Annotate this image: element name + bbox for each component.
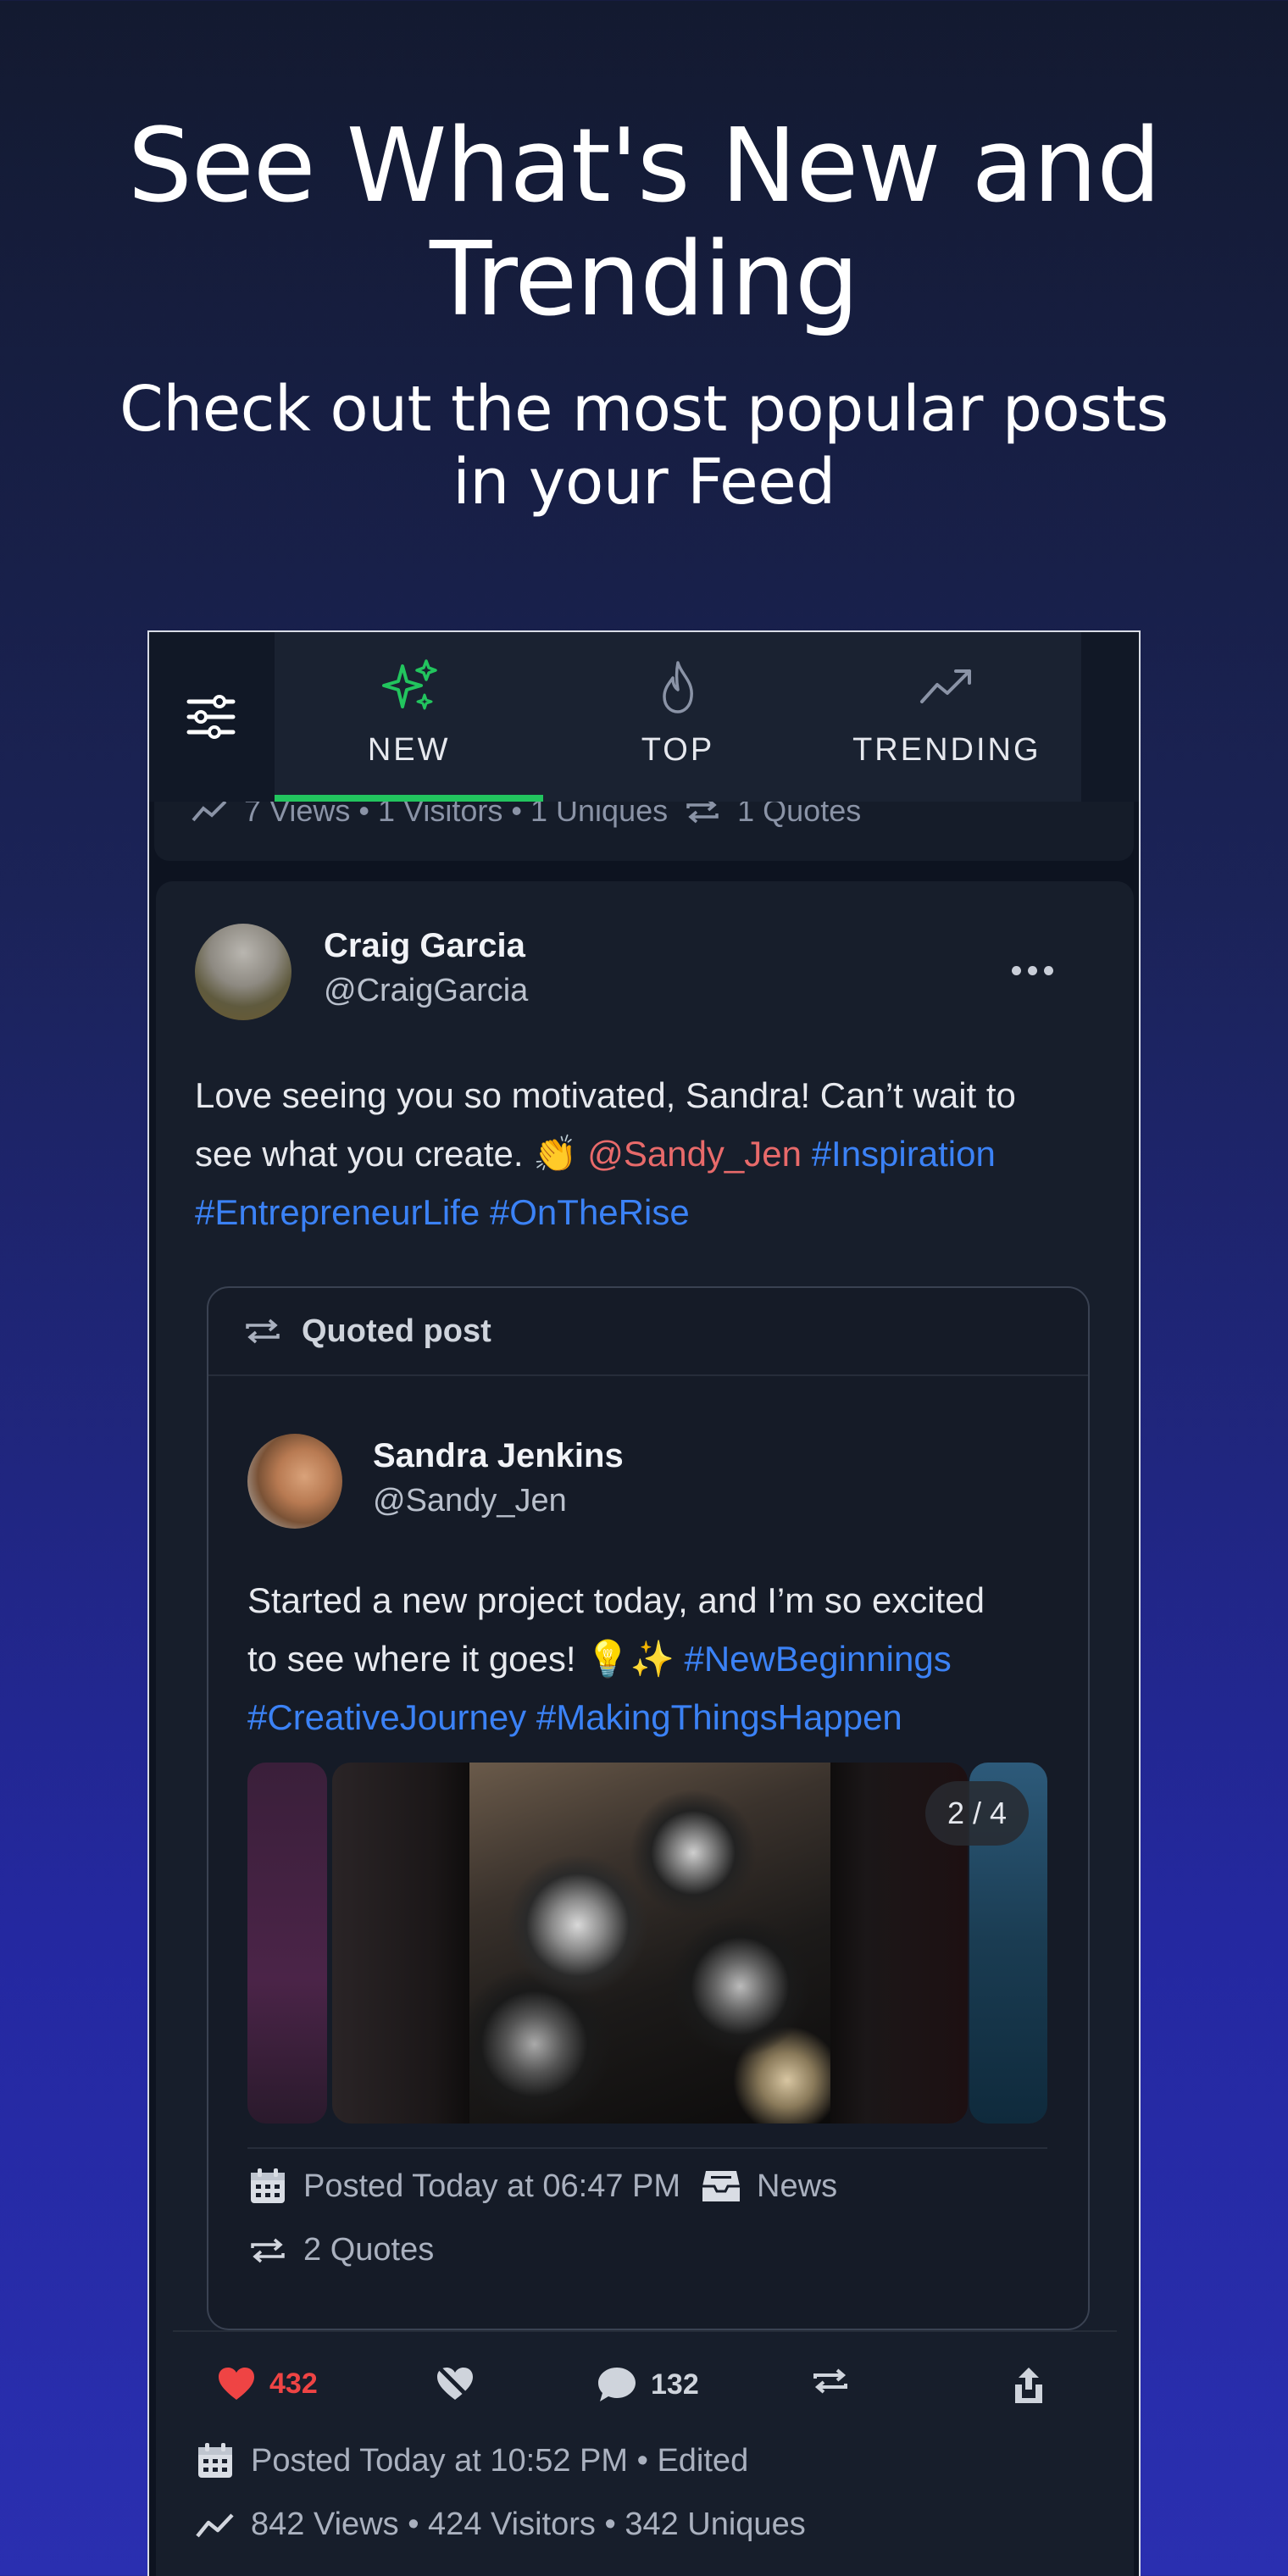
like-count: 432 (269, 2367, 318, 2400)
unlike-button[interactable] (436, 2366, 475, 2401)
hero-title-line2: Trending (430, 221, 859, 339)
heart-crack-icon (437, 2368, 473, 2400)
quoted-quotes-row: 2 Quotes (247, 2232, 434, 2268)
comment-button[interactable]: 132 (597, 2366, 699, 2403)
like-button[interactable]: 432 (217, 2366, 318, 2401)
tab-trending-label: TRENDING (852, 732, 1041, 768)
repost-icon (813, 2368, 847, 2394)
author-handle[interactable]: @CraigGarcia (324, 973, 528, 1009)
hero-subtitle-line2: in your Feed (452, 446, 836, 519)
feed-tabs: NEW TOP TRENDING (275, 632, 1081, 802)
more-options-button[interactable] (1012, 966, 1053, 975)
stats-icon (196, 2512, 234, 2537)
mention-link[interactable]: @Sandy_Jen (587, 1134, 802, 1174)
quoted-author-avatar[interactable] (247, 1434, 342, 1529)
comment-icon (598, 2368, 636, 2401)
actions-divider (173, 2330, 1117, 2332)
post-text-segment: see what you create. 👏 (195, 1134, 588, 1174)
quoted-post[interactable]: Quoted post Sandra Jenkins @Sandy_Jen St… (207, 1286, 1090, 2330)
carousel-counter: 2 / 4 (925, 1781, 1029, 1846)
quoted-category[interactable]: News (757, 2168, 837, 2205)
quoted-author-handle[interactable]: @Sandy_Jen (373, 1483, 567, 1519)
repost-icon (251, 2238, 285, 2262)
heart-icon (219, 2368, 254, 2400)
feed-top-bar: NEW TOP TRENDING (149, 632, 1139, 802)
sparkles-icon (381, 659, 437, 710)
quoted-post-text: Started a new project today, and I’m so … (247, 1571, 1086, 1746)
author-avatar[interactable] (195, 924, 291, 1020)
more-dot (1028, 966, 1037, 975)
tab-top-label: TOP (641, 732, 715, 768)
post-text-line2: see what you create. 👏 @Sandy_Jen #Inspi… (195, 1124, 1110, 1183)
stats-icon (192, 800, 227, 822)
repost-button[interactable] (810, 2366, 851, 2396)
share-button[interactable] (1012, 2366, 1046, 2405)
post-posted-text: Posted Today at 10:52 PM • Edited (251, 2442, 749, 2479)
post-text: Love seeing you so motivated, Sandra! Ca… (195, 1066, 1110, 1241)
quoted-author-name[interactable]: Sandra Jenkins (373, 1437, 624, 1475)
app-screen: 7 Views • 1 Visitors • 1 Uniques 1 Quote… (147, 630, 1141, 2576)
flame-icon (663, 661, 693, 713)
author-name[interactable]: Craig Garcia (324, 927, 525, 965)
hero-subtitle-line1: Check out the most popular posts (119, 373, 1169, 446)
carousel-photo-cameras (469, 1763, 830, 2124)
quoted-posted-text: Posted Today at 06:47 PM (303, 2168, 681, 2204)
hero-title: See What's New and Trending (0, 110, 1288, 337)
calendar-icon (251, 2168, 285, 2203)
tab-new[interactable]: NEW (275, 632, 544, 802)
calendar-icon (198, 2443, 232, 2478)
comment-count: 132 (651, 2368, 699, 2401)
quoted-text-line1: Started a new project today, and I’m so … (247, 1580, 985, 1620)
hashtag-link[interactable]: #Inspiration (812, 1134, 996, 1174)
share-icon (1015, 2368, 1042, 2403)
quoted-text-segment: to see where it goes! 💡✨ (247, 1639, 685, 1679)
carousel-counter-text: 2 / 4 (947, 1796, 1008, 1830)
quoted-posted-row: Posted Today at 06:47 PM News (247, 2166, 837, 2207)
more-dot (1044, 966, 1053, 975)
trending-up-icon (920, 669, 972, 703)
active-tab-indicator (275, 795, 544, 802)
quoted-text-line3: #CreativeJourney #MakingThingsHappen (247, 1688, 1086, 1746)
hashtag-link[interactable]: #EntrepreneurLife (195, 1192, 480, 1232)
hashtag-link[interactable]: #NewBeginnings (684, 1639, 951, 1679)
quoted-post-header: Quoted post (208, 1288, 1088, 1376)
hashtag-link[interactable]: #OnTheRise (490, 1192, 690, 1232)
more-dot (1012, 966, 1021, 975)
sliders-icon (186, 695, 236, 739)
tab-top[interactable]: TOP (543, 632, 812, 802)
tab-trending[interactable]: TRENDING (813, 632, 1081, 802)
hashtag-link[interactable]: #CreativeJourney (247, 1697, 526, 1737)
divider (247, 2147, 1047, 2149)
post-text-line1: Love seeing you so motivated, Sandra! Ca… (195, 1075, 1016, 1115)
inbox-icon (702, 2171, 741, 2201)
hero-subtitle: Check out the most popular posts in your… (0, 373, 1288, 519)
post-stats-text: 842 Views • 424 Visitors • 342 Uniques (251, 2507, 806, 2542)
hero-title-line1: See What's New and (127, 108, 1162, 225)
tab-new-label: NEW (367, 732, 451, 768)
post-card: Craig Garcia @CraigGarcia Love seeing yo… (156, 881, 1134, 2576)
quoted-text-line2: to see where it goes! 💡✨ #NewBeginnings (247, 1629, 1086, 1688)
hashtag-link[interactable]: #MakingThingsHappen (536, 1697, 902, 1737)
quoted-quotes-count[interactable]: 2 Quotes (303, 2232, 434, 2268)
post-stats-row: 842 Views • 424 Visitors • 342 Uniques (195, 2507, 806, 2543)
filter-button[interactable] (149, 632, 273, 802)
quoted-post-label: Quoted post (302, 1313, 491, 1349)
post-text-line3: #EntrepreneurLife #OnTheRise (195, 1183, 1110, 1241)
repost-icon (246, 1319, 280, 1344)
carousel-slide-prev[interactable] (247, 1763, 327, 2124)
image-carousel[interactable]: 2 / 4 (247, 1763, 1047, 2124)
post-posted-row: Posted Today at 10:52 PM • Edited (195, 2440, 748, 2481)
